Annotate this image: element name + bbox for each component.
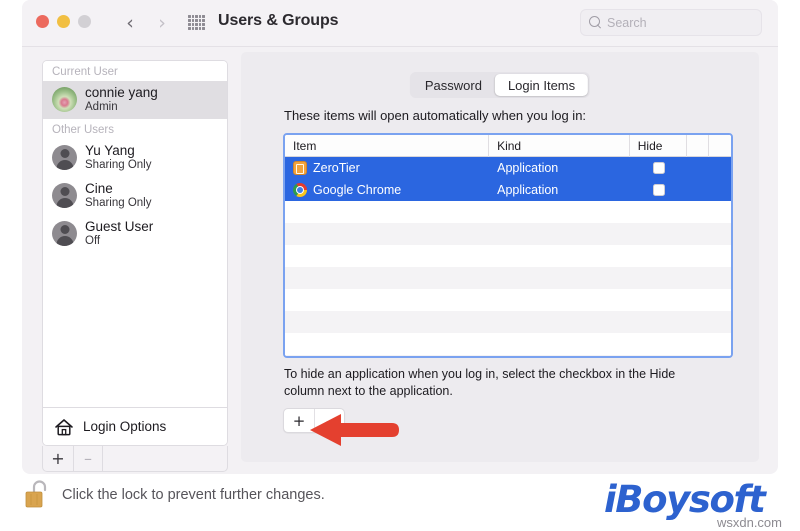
search-placeholder: Search <box>607 16 647 30</box>
lock-bar: Click the lock to prevent further change… <box>22 478 325 512</box>
content-pane: Password Login Items These items will op… <box>241 52 759 462</box>
cell-extra-1 <box>687 157 709 179</box>
table-row-empty <box>285 201 731 223</box>
cell-item: Google Chrome <box>285 179 489 201</box>
column-header-item[interactable]: Item <box>285 135 489 157</box>
table-header-row: Item Kind Hide <box>285 135 731 157</box>
watermark: iBoysoft wsxdn.com <box>604 481 788 529</box>
remove-user-button: – <box>73 446 103 471</box>
screenshot-root: ‹ › Users & Groups Search Current User c… <box>0 0 800 531</box>
sidebar-group-label-current: Current User <box>43 61 227 81</box>
user-name: connie yang <box>85 85 158 101</box>
item-label: Google Chrome <box>313 183 401 197</box>
sidebar-item-connie-yang[interactable]: connie yang Admin <box>43 81 227 119</box>
add-user-button[interactable]: + <box>43 446 73 471</box>
sidebar-item-yu-yang[interactable]: Yu Yang Sharing Only <box>43 139 227 177</box>
zerotier-icon <box>293 161 307 175</box>
sidebar-item-login-options[interactable]: Login Options <box>43 407 227 445</box>
minimize-button[interactable] <box>57 15 70 28</box>
cell-hide[interactable] <box>630 157 687 179</box>
avatar <box>52 221 77 246</box>
watermark-brand: iBoysoft <box>604 481 788 518</box>
chrome-icon <box>293 183 307 197</box>
sidebar-add-remove-bar: + – <box>42 446 228 472</box>
kind-label: Application <box>497 183 558 197</box>
cell-extra-2 <box>709 179 731 201</box>
cell-kind: Application <box>489 157 630 179</box>
page-title: Users & Groups <box>218 12 338 30</box>
back-chevron-icon[interactable]: ‹ <box>118 10 142 36</box>
avatar <box>52 183 77 208</box>
login-items-table[interactable]: Item Kind Hide ZeroTier Application <box>283 133 733 358</box>
forward-chevron-icon: › <box>150 10 174 36</box>
hide-checkbox[interactable] <box>653 184 665 196</box>
sidebar-item-guest-user[interactable]: Guest User Off <box>43 215 227 253</box>
avatar <box>52 87 77 112</box>
cell-hide[interactable] <box>630 179 687 201</box>
tab-bar: Password Login Items <box>410 72 590 98</box>
tab-login-items[interactable]: Login Items <box>495 74 588 96</box>
table-row-empty <box>285 311 731 333</box>
table-row[interactable]: ZeroTier Application <box>285 157 731 179</box>
table-row-empty <box>285 355 731 358</box>
sidebar-footer-label: Login Options <box>83 419 166 434</box>
table-row-empty <box>285 289 731 311</box>
cell-item: ZeroTier <box>285 157 489 179</box>
intro-text: These items will open automatically when… <box>284 108 586 123</box>
sidebar-item-cine[interactable]: Cine Sharing Only <box>43 177 227 215</box>
table-row-empty <box>285 267 731 289</box>
column-header-extra-2 <box>709 135 731 157</box>
cell-kind: Application <box>489 179 630 201</box>
user-role: Admin <box>85 101 158 115</box>
traffic-lights <box>36 15 91 28</box>
user-name: Cine <box>85 181 151 197</box>
table-row-empty <box>285 333 731 355</box>
column-header-kind[interactable]: Kind <box>489 135 630 157</box>
search-input[interactable]: Search <box>580 9 762 36</box>
users-and-groups-window: ‹ › Users & Groups Search Current User c… <box>22 0 778 474</box>
table-row-empty <box>285 245 731 267</box>
item-label: ZeroTier <box>313 161 360 175</box>
table-row[interactable]: Google Chrome Application <box>285 179 731 201</box>
user-role: Sharing Only <box>85 159 151 173</box>
user-role: Sharing Only <box>85 197 151 211</box>
hide-checkbox[interactable] <box>653 162 665 174</box>
user-role: Off <box>85 235 153 249</box>
home-icon <box>54 418 74 436</box>
red-left-arrow-annotation <box>308 412 400 448</box>
hide-column-note: To hide an application when you log in, … <box>284 366 704 399</box>
watermark-site: wsxdn.com <box>717 515 782 530</box>
column-header-extra-1 <box>687 135 709 157</box>
close-button[interactable] <box>36 15 49 28</box>
zoom-button <box>78 15 91 28</box>
table-row-empty <box>285 223 731 245</box>
window-titlebar: ‹ › Users & Groups Search <box>22 0 778 47</box>
sidebar-group-label-other: Other Users <box>43 119 227 139</box>
kind-label: Application <box>497 161 558 175</box>
lock-label: Click the lock to prevent further change… <box>62 487 325 503</box>
tab-password[interactable]: Password <box>412 74 495 96</box>
show-all-grid-icon[interactable] <box>188 15 205 30</box>
user-name: Yu Yang <box>85 143 151 159</box>
column-header-hide[interactable]: Hide <box>630 135 688 157</box>
avatar <box>52 145 77 170</box>
user-name: Guest User <box>85 219 153 235</box>
unlocked-padlock-icon[interactable] <box>22 478 52 512</box>
users-sidebar[interactable]: Current User connie yang Admin Other Use… <box>42 60 228 446</box>
cell-extra-1 <box>687 179 709 201</box>
cell-extra-2 <box>709 157 731 179</box>
search-icon <box>589 16 602 29</box>
